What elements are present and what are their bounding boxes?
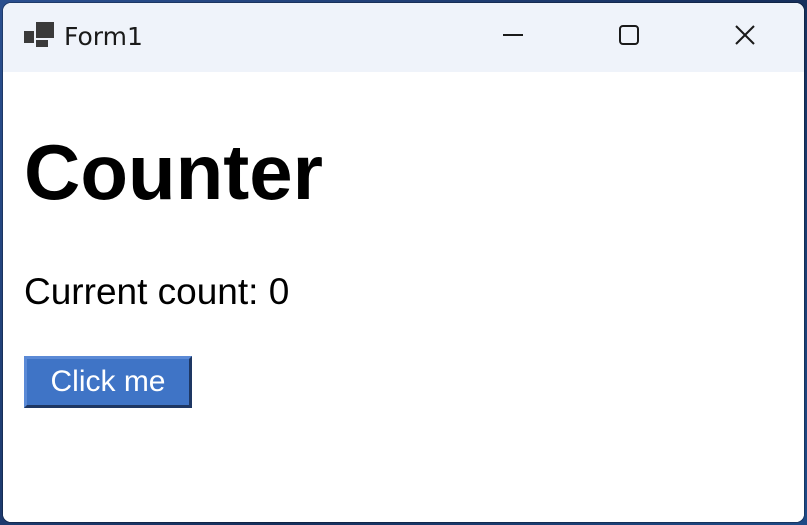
title-bar[interactable]: Form1 — [3, 3, 804, 72]
minimize-button[interactable] — [455, 3, 571, 72]
close-icon — [734, 24, 756, 51]
desktop-background: Form1 Counter Current count: 0 Click me — [0, 0, 807, 525]
app-window-icon[interactable] — [24, 22, 56, 52]
click-me-button[interactable]: Click me — [24, 356, 192, 408]
maximize-icon — [618, 24, 640, 51]
close-button[interactable] — [687, 3, 803, 72]
maximize-button[interactable] — [571, 3, 687, 72]
window-title: Form1 — [64, 22, 143, 51]
page-heading: Counter — [24, 128, 323, 216]
count-value: 0 — [268, 271, 290, 312]
client-area: Counter Current count: 0 Click me — [3, 72, 804, 522]
count-label: Current count: — [24, 271, 269, 312]
current-count-text: Current count: 0 — [24, 270, 289, 314]
app-window: Form1 Counter Current count: 0 Click me — [3, 3, 804, 522]
minimize-icon — [502, 24, 524, 51]
